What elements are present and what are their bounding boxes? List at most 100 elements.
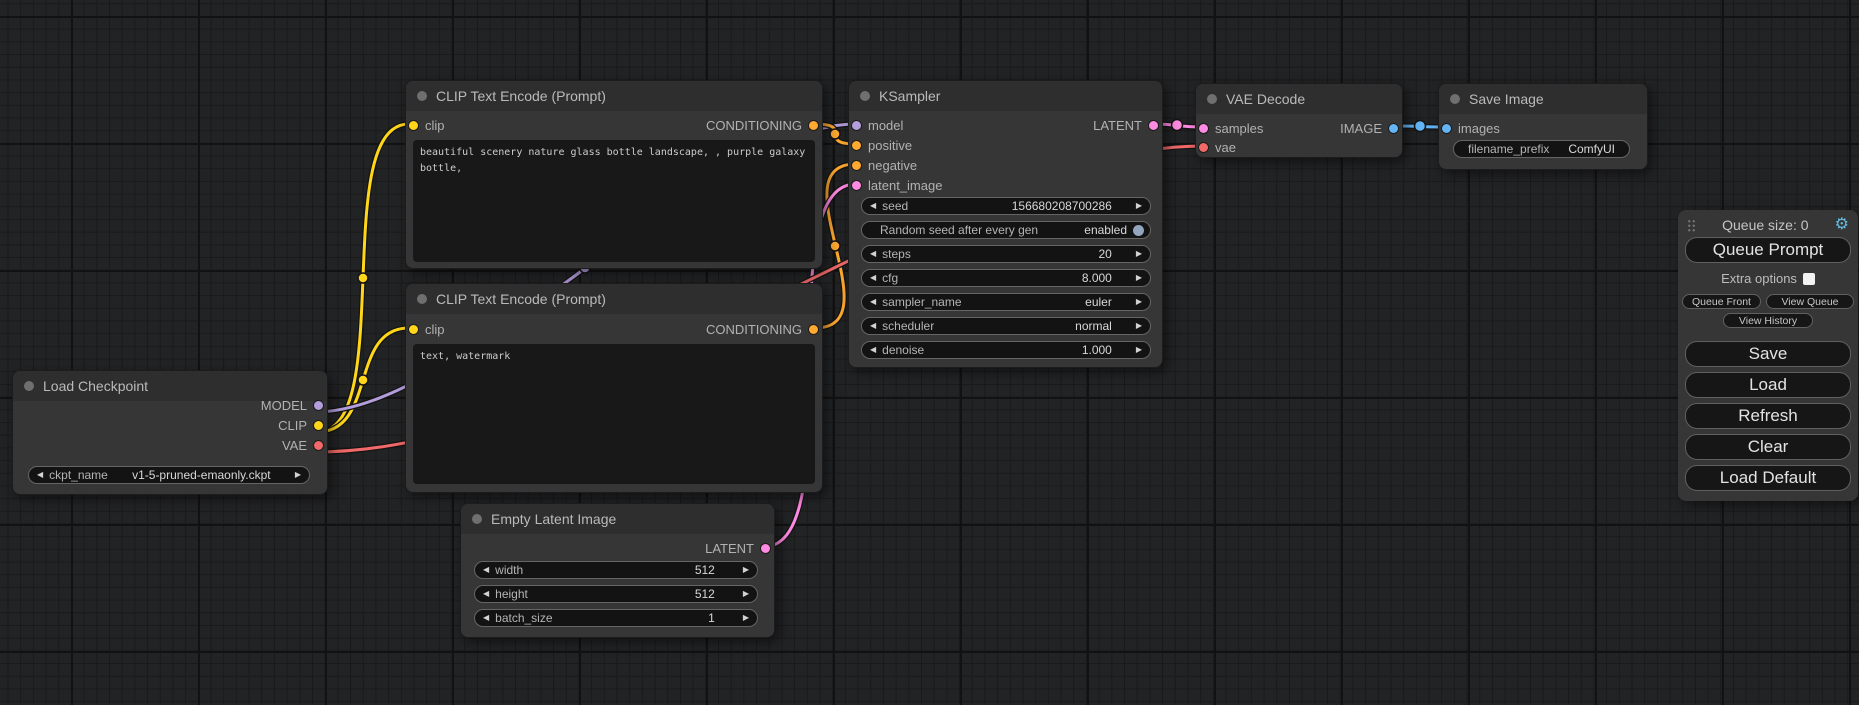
input-slot-negative[interactable]: negative	[852, 157, 917, 174]
decrement-arrow-icon[interactable]: ◀	[870, 298, 876, 306]
image-port-icon[interactable]	[1442, 124, 1451, 133]
node-vae-decode[interactable]: VAE Decode samples vae IMAGE	[1195, 83, 1403, 158]
node-title-bar[interactable]: CLIP Text Encode (Prompt)	[406, 81, 822, 111]
link-midpoint-dot[interactable]	[358, 375, 368, 385]
vae-port-icon[interactable]	[314, 441, 323, 450]
increment-arrow-icon[interactable]: ▶	[1136, 346, 1142, 354]
increment-arrow-icon[interactable]: ▶	[743, 590, 749, 598]
decrement-arrow-icon[interactable]: ◀	[483, 590, 489, 598]
input-slot-clip[interactable]: clip	[409, 321, 445, 338]
output-slot-image[interactable]: IMAGE	[1340, 120, 1398, 137]
increment-arrow-icon[interactable]: ▶	[1136, 322, 1142, 330]
cfg-widget[interactable]: ◀ cfg 8.000 ▶	[861, 269, 1151, 287]
link-midpoint-dot[interactable]	[830, 129, 840, 139]
latent-port-icon[interactable]	[852, 181, 861, 190]
link-midpoint-dot[interactable]	[1415, 121, 1426, 132]
model-port-icon[interactable]	[314, 401, 323, 410]
seed-widget[interactable]: ◀ seed 156680208700286 ▶	[861, 197, 1151, 215]
link-midpoint-dot[interactable]	[1172, 120, 1183, 131]
batch-size-widget[interactable]: ◀ batch_size 1 ▶	[474, 609, 758, 627]
output-slot-vae[interactable]: VAE	[282, 437, 323, 454]
clip-port-icon[interactable]	[314, 421, 323, 430]
node-save-image[interactable]: Save Image images filename_prefix ComfyU…	[1438, 83, 1648, 170]
collapse-dot-icon[interactable]	[24, 381, 34, 391]
collapse-dot-icon[interactable]	[472, 514, 482, 524]
input-slot-latent-image[interactable]: latent_image	[852, 177, 942, 194]
increment-arrow-icon[interactable]: ▶	[1136, 250, 1142, 258]
collapse-dot-icon[interactable]	[417, 91, 427, 101]
view-history-button[interactable]: View History	[1723, 313, 1813, 328]
model-port-icon[interactable]	[852, 121, 861, 130]
input-slot-samples[interactable]: samples	[1199, 120, 1263, 137]
settings-gear-icon[interactable]: ⚙	[1835, 217, 1849, 233]
decrement-arrow-icon[interactable]: ◀	[870, 202, 876, 210]
increment-arrow-icon[interactable]: ▶	[743, 614, 749, 622]
input-slot-model[interactable]: model	[852, 117, 903, 134]
decrement-arrow-icon[interactable]: ◀	[483, 614, 489, 622]
output-slot-conditioning[interactable]: CONDITIONING	[706, 321, 818, 338]
view-queue-button[interactable]: View Queue	[1766, 294, 1854, 309]
queue-front-button[interactable]: Queue Front	[1682, 294, 1761, 309]
node-ksampler[interactable]: KSampler model positive negative latent_…	[848, 80, 1163, 368]
height-widget[interactable]: ◀ height 512 ▶	[474, 585, 758, 603]
clear-button[interactable]: Clear	[1685, 434, 1851, 460]
increment-arrow-icon[interactable]: ▶	[1136, 298, 1142, 306]
decrement-arrow-icon[interactable]: ◀	[37, 471, 43, 479]
node-title-bar[interactable]: Save Image	[1439, 84, 1647, 114]
node-clip-text-encode-positive[interactable]: CLIP Text Encode (Prompt) clip CONDITION…	[405, 80, 823, 269]
filename-prefix-widget[interactable]: filename_prefix ComfyUI	[1453, 140, 1630, 158]
latent-port-icon[interactable]	[761, 544, 770, 553]
load-button[interactable]: Load	[1685, 372, 1851, 398]
queue-prompt-button[interactable]: Queue Prompt	[1685, 237, 1851, 263]
conditioning-port-icon[interactable]	[809, 121, 818, 130]
conditioning-port-icon[interactable]	[852, 141, 861, 150]
ckpt-name-widget[interactable]: ◀ ckpt_name v1-5-pruned-emaonly.ckpt ▶	[28, 466, 310, 484]
node-load-checkpoint[interactable]: Load Checkpoint MODEL CLIP VAE ◀ ckpt_na…	[12, 370, 328, 495]
collapse-dot-icon[interactable]	[860, 91, 870, 101]
clip-port-icon[interactable]	[409, 325, 418, 334]
sampler-name-widget[interactable]: ◀ sampler_name euler ▶	[861, 293, 1151, 311]
image-port-icon[interactable]	[1389, 124, 1398, 133]
decrement-arrow-icon[interactable]: ◀	[870, 322, 876, 330]
denoise-widget[interactable]: ◀ denoise 1.000 ▶	[861, 341, 1151, 359]
node-title-bar[interactable]: CLIP Text Encode (Prompt)	[406, 284, 822, 314]
decrement-arrow-icon[interactable]: ◀	[870, 346, 876, 354]
increment-arrow-icon[interactable]: ▶	[1136, 274, 1142, 282]
output-slot-latent[interactable]: LATENT	[1093, 117, 1158, 134]
node-empty-latent-image[interactable]: Empty Latent Image LATENT ◀ width 512 ▶ …	[460, 503, 775, 638]
collapse-dot-icon[interactable]	[417, 294, 427, 304]
output-slot-model[interactable]: MODEL	[261, 397, 323, 414]
latent-port-icon[interactable]	[1149, 121, 1158, 130]
node-clip-text-encode-negative[interactable]: CLIP Text Encode (Prompt) clip CONDITION…	[405, 283, 823, 493]
vae-port-icon[interactable]	[1199, 143, 1208, 152]
node-title-bar[interactable]: Empty Latent Image	[461, 504, 774, 534]
increment-arrow-icon[interactable]: ▶	[295, 471, 301, 479]
extra-options-checkbox[interactable]	[1803, 273, 1815, 285]
increment-arrow-icon[interactable]: ▶	[743, 566, 749, 574]
output-slot-latent[interactable]: LATENT	[705, 540, 770, 557]
random-seed-widget[interactable]: Random seed after every gen enabled	[861, 221, 1151, 239]
width-widget[interactable]: ◀ width 512 ▶	[474, 561, 758, 579]
conditioning-port-icon[interactable]	[852, 161, 861, 170]
toggle-circle-icon[interactable]	[1133, 225, 1144, 236]
negative-prompt-textarea[interactable]: text, watermark	[413, 344, 815, 484]
input-slot-positive[interactable]: positive	[852, 137, 912, 154]
steps-widget[interactable]: ◀ steps 20 ▶	[861, 245, 1151, 263]
input-slot-clip[interactable]: clip	[409, 117, 445, 134]
node-graph-canvas[interactable]: Load Checkpoint MODEL CLIP VAE ◀ ckpt_na…	[0, 0, 1859, 705]
decrement-arrow-icon[interactable]: ◀	[870, 274, 876, 282]
latent-port-icon[interactable]	[1199, 124, 1208, 133]
increment-arrow-icon[interactable]: ▶	[1136, 202, 1142, 210]
conditioning-port-icon[interactable]	[809, 325, 818, 334]
scheduler-widget[interactable]: ◀ scheduler normal ▶	[861, 317, 1151, 335]
collapse-dot-icon[interactable]	[1207, 94, 1217, 104]
node-title-bar[interactable]: VAE Decode	[1196, 84, 1402, 114]
collapse-dot-icon[interactable]	[1450, 94, 1460, 104]
positive-prompt-textarea[interactable]: beautiful scenery nature glass bottle la…	[413, 140, 815, 262]
load-default-button[interactable]: Load Default	[1685, 465, 1851, 491]
save-button[interactable]: Save	[1685, 341, 1851, 367]
input-slot-vae[interactable]: vae	[1199, 139, 1236, 156]
output-slot-conditioning[interactable]: CONDITIONING	[706, 117, 818, 134]
output-slot-clip[interactable]: CLIP	[278, 417, 323, 434]
link-midpoint-dot[interactable]	[358, 273, 368, 283]
